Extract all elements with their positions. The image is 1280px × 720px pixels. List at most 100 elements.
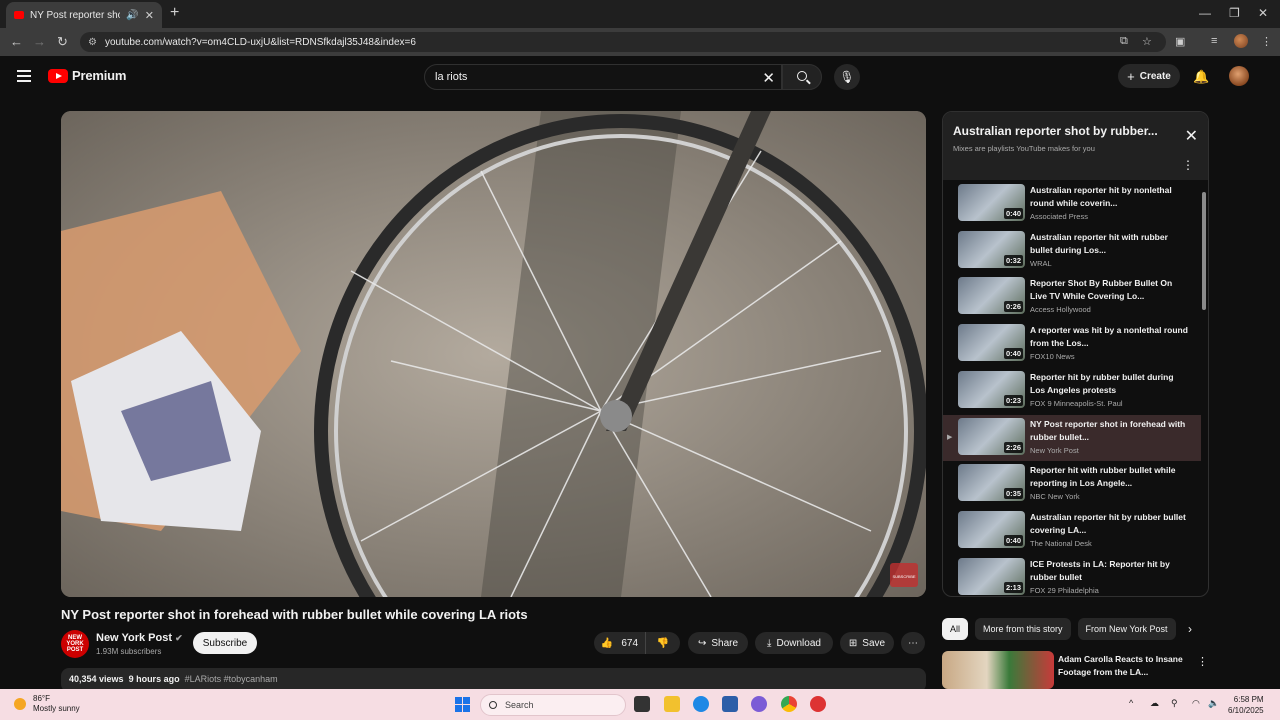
cloud-icon[interactable]: ☁ — [1150, 698, 1159, 709]
youtube-play-logo-icon — [48, 68, 68, 83]
playlist-item[interactable]: 0:40 Australian reporter hit by rubber bu… — [943, 508, 1201, 554]
youtube-header: Premium la riots ✕ 🎙 + Create 🔔 — [0, 56, 1280, 98]
maximize-icon[interactable]: ❐ — [1229, 6, 1240, 20]
bookmark-star-icon[interactable]: ☆ — [1142, 35, 1152, 48]
playlist-item[interactable]: 0:35 Reporter hit with rubber bullet whil… — [943, 461, 1201, 507]
store-icon[interactable] — [722, 696, 738, 712]
volume-icon[interactable]: 🔈 — [1208, 698, 1219, 709]
extensions-icon[interactable]: ▣ — [1175, 35, 1185, 48]
dislike-button[interactable]: 👎 — [646, 632, 680, 654]
playlist-item-channel: Associated Press — [1030, 212, 1088, 221]
browser-profile-avatar[interactable] — [1234, 34, 1248, 48]
new-tab-button[interactable]: + — [170, 4, 179, 22]
close-playlist-icon[interactable]: ✕ — [1185, 126, 1198, 146]
chip-all[interactable]: All — [942, 618, 969, 640]
recommended-thumbnail[interactable] — [942, 651, 1054, 689]
reading-list-icon[interactable]: ≡ — [1211, 35, 1217, 47]
playlist-item[interactable]: 0:32 Australian reporter hit with rubber … — [943, 228, 1201, 274]
close-window-icon[interactable]: ✕ — [1258, 6, 1268, 20]
create-button[interactable]: + Create — [1118, 64, 1180, 88]
playlist-item[interactable]: 2:13 ICE Protests in LA: Reporter hit by … — [943, 555, 1201, 596]
taskbar-search[interactable]: Search — [480, 694, 626, 716]
close-tab-icon[interactable]: ✕ — [145, 9, 154, 22]
like-button[interactable]: 👍 674 — [594, 632, 646, 654]
video-duration: 0:32 — [1003, 254, 1023, 266]
task-view-icon[interactable] — [634, 696, 650, 712]
windows-taskbar: 86°F Mostly sunny Search ^ ☁ ⚲ ◠ 🔈 6:58 … — [0, 689, 1280, 720]
logo-text: Premium — [72, 68, 127, 83]
playlist-item[interactable]: 0:23 Reporter hit by rubber bullet during… — [943, 368, 1201, 414]
search-button[interactable] — [782, 64, 822, 90]
system-clock[interactable]: 6:58 PM 6/10/2025 — [1228, 694, 1264, 716]
thumbs-up-icon: 👍 — [600, 637, 614, 649]
browser-menu-icon[interactable]: ⋮ — [1261, 35, 1272, 48]
forward-icon[interactable]: → — [33, 34, 46, 49]
share-label: Share — [711, 637, 739, 649]
hashtags[interactable]: #LARiots #tobycanham — [185, 674, 278, 684]
youtube-favicon-icon — [14, 11, 24, 19]
wifi-icon[interactable]: ◠ — [1192, 698, 1200, 709]
playlist-item[interactable]: 0:40 Australian reporter hit by nonlethal… — [943, 181, 1201, 227]
chat-app-icon[interactable] — [751, 696, 767, 712]
channel-avatar[interactable]: NEW YORK POST — [61, 630, 89, 658]
playlist-title[interactable]: Australian reporter shot by rubber... — [953, 124, 1198, 138]
mix-playlist-panel: Australian reporter shot by rubber... Mi… — [942, 111, 1209, 597]
more-actions-icon[interactable]: ⋯ — [901, 632, 925, 654]
playlist-item[interactable]: 0:40 A reporter was hit by a nonlethal ro… — [943, 321, 1201, 367]
back-icon[interactable]: ← — [10, 34, 23, 49]
minimize-icon[interactable]: — — [1199, 6, 1211, 20]
windows-start-icon[interactable] — [455, 697, 470, 712]
file-explorer-icon[interactable] — [664, 696, 680, 712]
download-button[interactable]: ⤓ Download — [755, 632, 833, 654]
playlist-item[interactable]: 0:26 Reporter Shot By Rubber Bullet On Li… — [943, 274, 1201, 320]
upload-age: 9 hours ago — [128, 674, 180, 684]
playlist-item[interactable]: ▶ 2:26 NY Post reporter shot in forehead w… — [943, 414, 1201, 461]
weather-widget[interactable]: 86°F Mostly sunny — [14, 694, 80, 714]
usb-icon[interactable]: ⚲ — [1171, 698, 1178, 709]
playlist-item-channel: FOX10 News — [1030, 352, 1075, 362]
tray-chevron-icon[interactable]: ^ — [1129, 698, 1133, 708]
speaker-icon[interactable]: 🔊 — [126, 10, 138, 21]
chrome-icon[interactable] — [781, 696, 797, 712]
video-duration: 0:26 — [1003, 301, 1023, 313]
chevron-right-icon[interactable]: › — [1188, 622, 1192, 636]
browser-tab[interactable]: NY Post reporter shot in fo 🔊 ✕ — [6, 2, 162, 28]
channel-name[interactable]: New York Post ✔ — [96, 632, 183, 644]
clock-time: 6:58 PM — [1233, 695, 1264, 704]
youtube-logo[interactable]: Premium — [48, 68, 126, 83]
playlist-menu-icon[interactable]: ⋮ — [1182, 158, 1194, 172]
playlist-thumbnail[interactable]: 2:13 — [958, 557, 1025, 595]
video-player[interactable]: SUBSCRIBE — [61, 111, 926, 597]
voice-search-button[interactable]: 🎙 — [834, 64, 860, 90]
playlist-thumbnail[interactable]: 2:26 — [958, 417, 1025, 455]
playlist-thumbnail[interactable]: 0:40 — [958, 510, 1025, 548]
notifications-bell-icon[interactable]: 🔔 — [1193, 69, 1209, 85]
cast-icon[interactable]: ⧉ — [1120, 35, 1128, 48]
playlist-thumbnail[interactable]: 0:35 — [958, 464, 1025, 502]
menu-icon[interactable] — [17, 70, 31, 82]
playlist-scrollbar[interactable] — [1202, 192, 1206, 310]
recommended-video[interactable]: Adam Carolla Reacts to Insane Footage fr… — [942, 651, 1212, 689]
reload-icon[interactable]: ↻ — [57, 34, 68, 50]
user-avatar[interactable] — [1229, 66, 1249, 86]
share-button[interactable]: ↪ Share — [688, 632, 748, 654]
chip-more-from-story[interactable]: More from this story — [975, 618, 1071, 640]
subscribe-button[interactable]: Subscribe — [193, 632, 257, 654]
recommended-title[interactable]: Adam Carolla Reacts to Insane Footage fr… — [1058, 653, 1208, 679]
edge-icon[interactable] — [693, 696, 709, 712]
playlist-thumbnail[interactable]: 0:40 — [958, 324, 1025, 362]
search-input[interactable]: la riots ✕ — [424, 64, 782, 90]
playlist-thumbnail[interactable]: 0:23 — [958, 370, 1025, 408]
url-field[interactable]: ⚙ youtube.com/watch?v=om4CLD-uxjU&list=R… — [80, 32, 1166, 52]
clear-search-icon[interactable]: ✕ — [762, 69, 775, 87]
save-icon: ⊞ — [848, 637, 858, 649]
playlist-thumbnail[interactable]: 0:26 — [958, 277, 1025, 315]
save-button[interactable]: ⊞ Save — [840, 632, 894, 654]
chip-from-channel[interactable]: From New York Post — [1077, 618, 1176, 640]
recommended-menu-icon[interactable]: ⋮ — [1197, 655, 1208, 668]
site-info-icon[interactable]: ⚙ — [88, 37, 97, 48]
app-icon[interactable] — [810, 696, 826, 712]
playlist-thumbnail[interactable]: 0:40 — [958, 184, 1025, 221]
playlist-thumbnail[interactable]: 0:32 — [958, 230, 1025, 268]
video-duration: 0:40 — [1003, 208, 1023, 219]
